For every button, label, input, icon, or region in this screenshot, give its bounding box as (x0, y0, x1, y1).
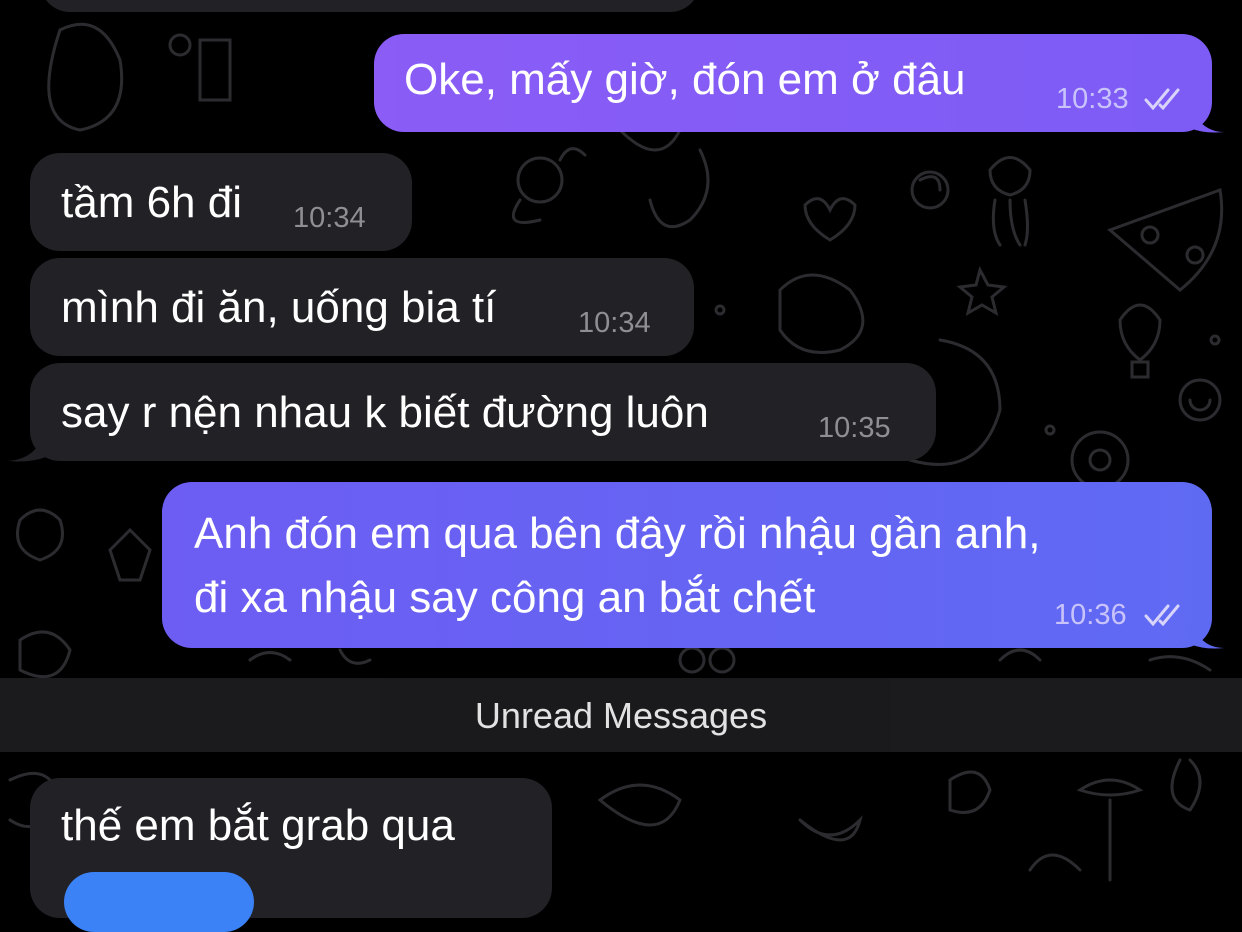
double-check-icon (1144, 604, 1180, 626)
message-bubble-incoming[interactable]: mình đi ăn, uống bia tí 10:34 (30, 258, 694, 356)
message-bubble-incoming[interactable]: say r nện nhau k biết đường luôn 10:35 (30, 363, 936, 461)
message-time: 10:36 (1054, 599, 1127, 631)
message-time: 10:34 (293, 202, 366, 234)
bubble-tail (8, 433, 46, 462)
message-time: 10:34 (578, 307, 651, 339)
unread-messages-divider: Unread Messages (0, 678, 1242, 752)
message-bubble-outgoing[interactable]: Anh đón em qua bên đây rồi nhậu gần anh,… (162, 482, 1212, 648)
double-check-icon (1144, 88, 1180, 110)
link-preview-badge[interactable] (64, 872, 254, 932)
message-text: tầm 6h đi (61, 178, 242, 227)
message-bubble-outgoing[interactable]: Oke, mấy giờ, đón em ở đâu 10:33 (374, 34, 1212, 132)
message-text: thế em bắt grab qua (61, 801, 455, 850)
unread-messages-label: Unread Messages (474, 695, 768, 736)
message-text: Oke, mấy giờ, đón em ở đâu (404, 55, 966, 104)
message-text: say r nện nhau k biết đường luôn (61, 388, 709, 437)
message-time: 10:35 (818, 412, 891, 444)
message-bubble-cropped[interactable] (40, 0, 700, 12)
bubble-tail (1190, 104, 1224, 133)
message-text-line-1: Anh đón em qua bên đây rồi nhậu gần anh, (194, 509, 1041, 558)
message-text: mình đi ăn, uống bia tí (61, 283, 497, 332)
message-bubble-incoming[interactable]: thế em bắt grab qua (30, 778, 552, 932)
message-bubble-incoming[interactable]: tầm 6h đi 10:34 (30, 153, 412, 251)
message-time: 10:33 (1056, 83, 1129, 115)
message-text-line-2: đi xa nhậu say công an bắt chết (194, 573, 816, 622)
bubble-tail (1190, 620, 1224, 649)
